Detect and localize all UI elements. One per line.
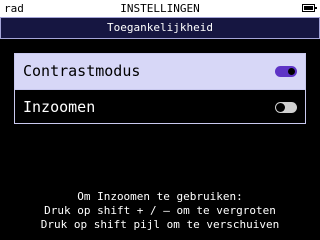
toggle-knob [276,103,285,112]
help-line: Om Inzoomen te gebruiken: [77,190,243,203]
contrast-mode-toggle[interactable] [275,66,297,77]
status-bar: rad INSTELLINGEN [0,0,320,17]
help-text: Om Inzoomen te gebruiken: Druk op shift … [0,190,320,232]
setting-label: Contrastmodus [23,62,141,80]
help-line: Druk op shift + / – om te vergroten [44,204,276,217]
help-line: Druk op shift pijl om te verschuiven [40,218,280,231]
battery-full-icon [302,4,317,12]
zoom-toggle[interactable] [275,102,297,113]
setting-zoom[interactable]: Inzoomen [15,89,305,124]
page-title: Toegankelijkheid [0,17,320,39]
setting-label: Inzoomen [23,98,96,116]
setting-contrast-mode[interactable]: Contrastmodus [15,54,305,89]
toggle-knob [288,68,295,75]
app-title: INSTELLINGEN [120,2,200,15]
settings-list: Contrastmodus Inzoomen [14,53,306,124]
